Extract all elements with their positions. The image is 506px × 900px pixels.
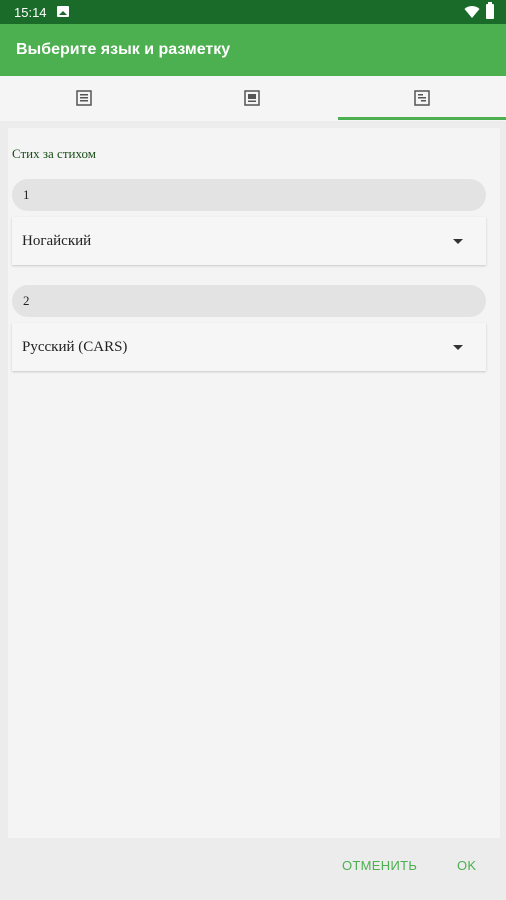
tab-document-lines[interactable]	[338, 76, 506, 121]
tab-document[interactable]	[0, 76, 168, 121]
document-icon	[76, 90, 92, 106]
tab-selected-indicator	[338, 117, 506, 120]
ok-button[interactable]: OK	[457, 858, 476, 873]
battery-icon	[486, 2, 494, 19]
tab-bar	[0, 76, 506, 121]
slot-number: 2	[23, 293, 30, 308]
language-dropdown-2[interactable]: Русский (CARS)	[12, 323, 486, 371]
document-image-icon	[244, 90, 260, 106]
status-bar: 15:14	[0, 0, 506, 24]
language-dropdown-1[interactable]: Ногайский	[12, 217, 486, 265]
dialog-title: Выберите язык и разметку	[16, 41, 231, 58]
wifi-icon	[464, 6, 480, 19]
language-dropdown-value: Ногайский	[22, 233, 92, 249]
tab-document-image[interactable]	[168, 76, 336, 121]
slot-number-pill: 1	[12, 179, 486, 211]
language-dropdown-value: Русский (CARS)	[22, 339, 128, 355]
slot-number: 1	[23, 187, 30, 202]
cancel-button[interactable]: ОТМЕНИТЬ	[342, 858, 417, 873]
app-bar: Выберите язык и разметку	[0, 24, 506, 76]
status-time: 15:14	[14, 5, 47, 20]
image-notification-icon	[57, 6, 69, 17]
chevron-down-icon	[453, 239, 463, 244]
chevron-down-icon	[453, 345, 463, 350]
document-lines-icon	[414, 90, 430, 106]
dialog-footer: ОТМЕНИТЬ OK	[0, 838, 506, 900]
section-label: Стих за стихом	[12, 146, 96, 161]
slot-number-pill: 2	[12, 285, 486, 317]
